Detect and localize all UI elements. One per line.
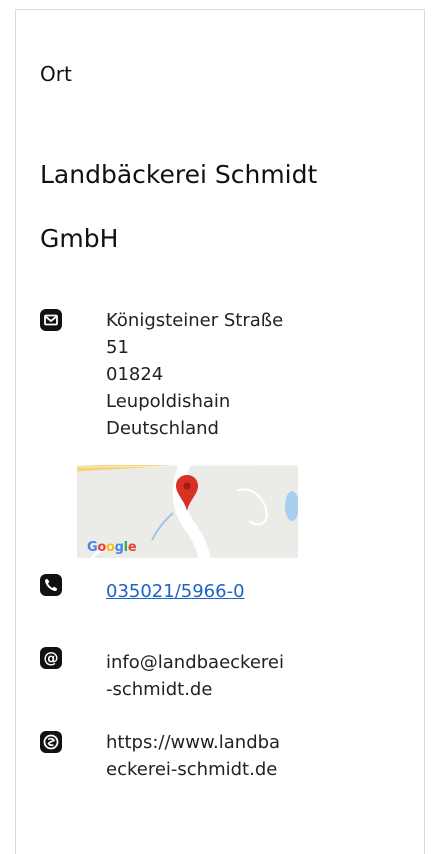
company-name: Landbäckerei Schmidt GmbH [40,160,318,253]
at-icon: @ [40,647,62,669]
website-line-2: eckerei-schmidt.de [106,759,278,780]
address-number: 51 [106,337,129,358]
address-city: Leupoldishain [106,391,231,412]
svg-text:@: @ [44,649,59,667]
google-logo: Google [87,540,137,555]
phone-link[interactable]: 035021/5966-0 [106,581,245,602]
phone-icon [40,574,62,596]
email-address[interactable]: info@landbaeckerei -schmidt.de [106,649,346,703]
address-block: Königsteiner Straße 51 01824 Leupoldisha… [106,307,346,442]
website-line-1: https://www.landba [106,732,281,753]
globe-icon [40,731,62,753]
mail-icon [40,309,62,331]
map-pin-icon [176,475,198,511]
section-label: Ort [40,62,72,86]
address-country: Deutschland [106,418,219,439]
email-line-2: -schmidt.de [106,679,213,700]
email-line-1: info@landbaeckerei [106,652,284,673]
website-address[interactable]: https://www.landba eckerei-schmidt.de [106,729,346,783]
address-zip: 01824 [106,364,164,385]
location-map[interactable]: Google [77,465,298,558]
address-street: Königsteiner Straße [106,310,284,331]
